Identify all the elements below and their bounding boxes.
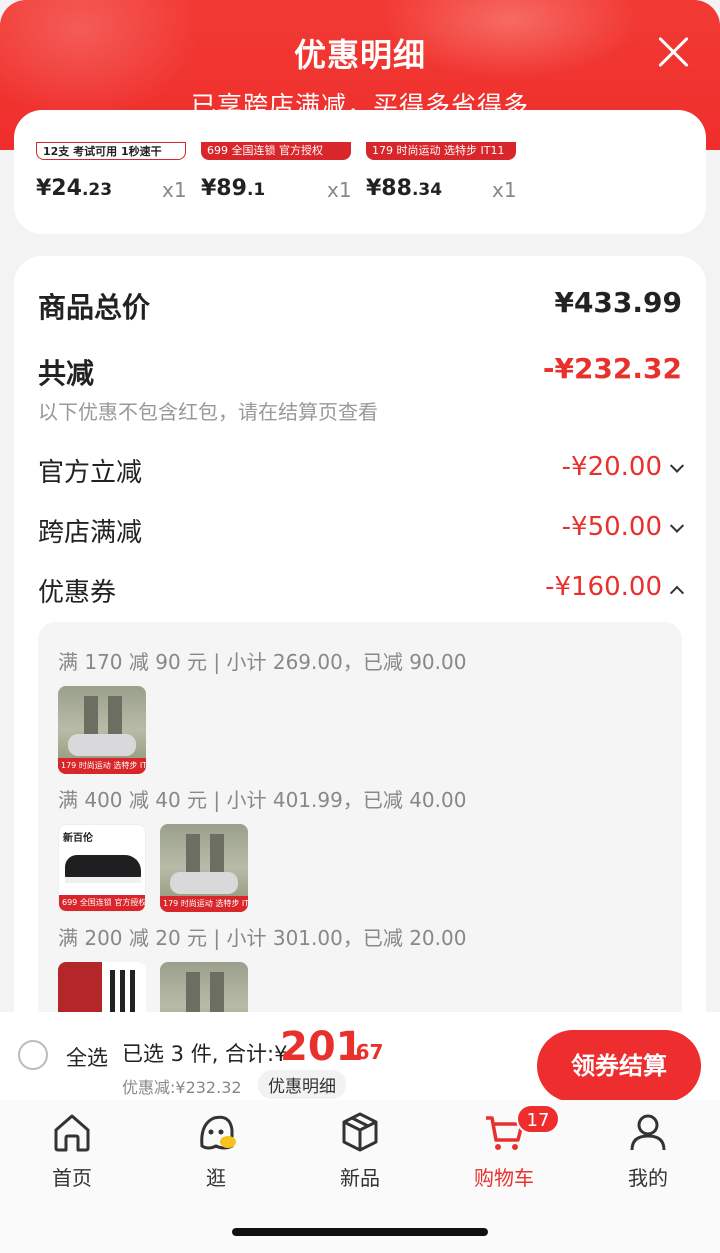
tab-label: 购物车 (474, 1166, 534, 1190)
tab-me[interactable]: 我的 (576, 1110, 720, 1191)
product-price: ¥24.23 (36, 176, 113, 201)
select-all-checkbox[interactable] (18, 1040, 48, 1070)
product-banner: 699 全国连锁 官方授权 (201, 142, 351, 160)
mascot-icon (200, 1115, 236, 1150)
product-banner: 179 时尚运动 选特步 IT11 (366, 142, 516, 160)
product-qty: x1 (492, 178, 517, 202)
box-icon (342, 1112, 378, 1152)
discount-detail-chip[interactable]: 优惠明细 (258, 1070, 346, 1099)
coupon-tier-label: 满 170 减 90 元 | 小计 269.00，已减 90.00 (58, 650, 467, 674)
total-price-label: 商品总价 (38, 291, 151, 324)
tab-label: 新品 (340, 1166, 380, 1190)
cross-store-discount-row[interactable]: 跨店满减 -¥50.00 (38, 512, 685, 549)
home-indicator (232, 1228, 488, 1236)
thumbnail-tag: 179 时尚运动 选特步 IT11 (160, 896, 248, 912)
thumbnail-tag: 699 全国连锁 官方授权 (59, 895, 145, 911)
thumbnail-brand: 新百伦 (63, 833, 93, 844)
checkout-bar: 全选 已选 3 件, 合计:¥ 201 .67 优惠减:¥232.32 优惠明细… (0, 1012, 720, 1102)
coupon-tier-label: 满 200 减 20 元 | 小计 301.00，已减 20.00 (58, 926, 467, 950)
total-reduce-row: 共减 -¥232.32 (38, 352, 682, 392)
selected-count-text: 已选 3 件, 合计:¥ (122, 1042, 288, 1066)
product-item[interactable]: 699 全国连锁 官方授权 ¥89.1 x1 (179, 110, 352, 234)
tab-cart[interactable]: 17 购物车 (432, 1104, 576, 1191)
chevron-down-icon[interactable] (669, 458, 685, 473)
chevron-down-icon[interactable] (669, 518, 685, 533)
product-item[interactable]: 179 时尚运动 选特步 IT11 ¥88.34 x1 (344, 110, 517, 234)
coupon-tier-label: 满 400 减 40 元 | 小计 401.99，已减 40.00 (58, 788, 467, 812)
tab-new[interactable]: 新品 (288, 1110, 432, 1191)
total-price-value: ¥433.99 (554, 286, 682, 319)
select-all-label[interactable]: 全选 (66, 1042, 108, 1072)
coupon-row[interactable]: 优惠券 -¥160.00 (38, 572, 685, 609)
coupon-detail-panel: 满 170 减 90 元 | 小计 269.00，已减 90.00 179 时尚… (38, 622, 682, 1042)
home-icon (54, 1114, 90, 1152)
redpacket-note: 以下优惠不包含红包，请在结算页查看 (38, 400, 378, 424)
product-price: ¥88.34 (366, 176, 443, 201)
sneaker-thumbnail[interactable]: 179 时尚运动 选特步 IT11 (160, 824, 248, 912)
total-reduce-label: 共减 (38, 357, 95, 390)
official-discount-row[interactable]: 官方立减 -¥20.00 (38, 452, 685, 489)
thumbnail-tag: 179 时尚运动 选特步 IT11 (58, 758, 146, 774)
tab-explore[interactable]: 逛 (144, 1110, 288, 1191)
coupon-value: -¥160.00 (545, 572, 685, 602)
cross-store-discount-value: -¥50.00 (562, 512, 685, 542)
discount-total-text: 优惠减:¥232.32 (122, 1078, 242, 1097)
product-strip: 12支 考试可用 1秒速干 ¥24.23 x1 699 全国连锁 官方授权 ¥8… (14, 110, 706, 234)
official-discount-value: -¥20.00 (562, 452, 685, 482)
coupon-label: 优惠券 (38, 578, 117, 608)
product-item[interactable]: 12支 考试可用 1秒速干 ¥24.23 x1 (14, 110, 187, 234)
tab-label: 我的 (628, 1166, 668, 1190)
chevron-up-icon[interactable] (669, 585, 685, 600)
total-amount-fraction: .67 (348, 1040, 384, 1064)
close-icon[interactable] (656, 34, 692, 70)
nb-shoe-thumbnail[interactable]: 新百伦 699 全国连锁 官方授权 (58, 824, 146, 912)
product-banner: 12支 考试可用 1秒速干 (36, 142, 186, 160)
price-summary-card: 商品总价 ¥433.99 共减 -¥232.32 以下优惠不包含红包，请在结算页… (14, 256, 706, 1042)
tab-home[interactable]: 首页 (0, 1110, 144, 1191)
cart-count-badge: 17 (516, 1104, 560, 1134)
sneaker-thumbnail[interactable]: 179 时尚运动 选特步 IT11 (58, 686, 146, 774)
checkout-button[interactable]: 领券结算 (537, 1030, 701, 1102)
tab-label: 逛 (206, 1166, 226, 1190)
total-reduce-value: -¥232.32 (542, 352, 682, 385)
total-price-row: 商品总价 ¥433.99 (38, 286, 682, 326)
user-icon (630, 1114, 666, 1151)
product-price: ¥89.1 (201, 176, 266, 201)
sheet-title: 优惠明细 (293, 36, 426, 74)
cross-store-discount-label: 跨店满减 (38, 518, 143, 548)
official-discount-label: 官方立减 (38, 458, 143, 488)
tab-label: 首页 (52, 1166, 92, 1190)
